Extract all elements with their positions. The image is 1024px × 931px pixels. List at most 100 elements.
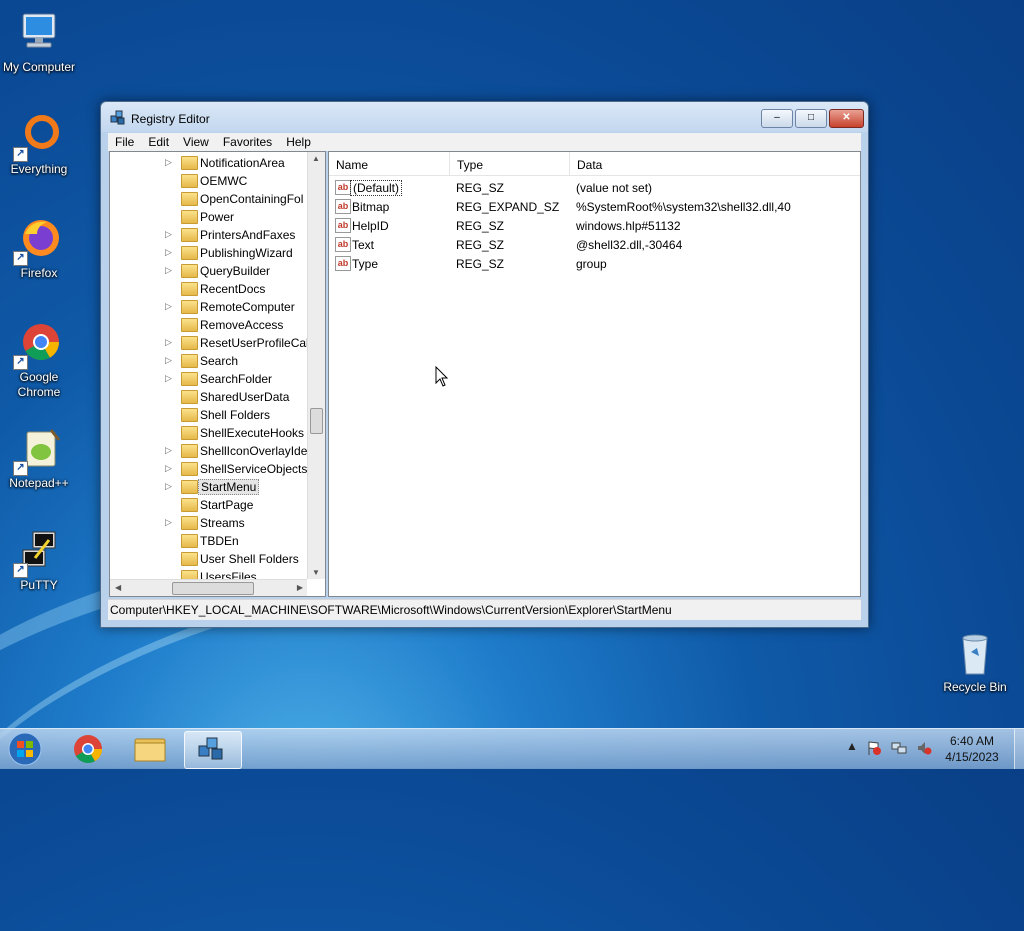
tree-item[interactable]: ▷ PublishingWizard <box>110 244 310 262</box>
menu-view[interactable]: View <box>176 133 216 149</box>
desktop-icon-notepad-plus-plus[interactable]: ↗ Notepad++ <box>0 426 78 491</box>
tree-item[interactable]: ▷ ResetUserProfileCall <box>110 334 311 352</box>
network-icon[interactable] <box>891 740 907 759</box>
desktop-icon-firefox[interactable]: ↗ Firefox <box>0 216 78 281</box>
title-bar[interactable]: Registry Editor – □ ✕ <box>101 102 868 132</box>
desktop-icon-putty[interactable]: ↗ PuTTY <box>0 528 78 593</box>
registry-path: Computer\HKEY_LOCAL_MACHINE\SOFTWARE\Mic… <box>110 603 672 617</box>
menu-help[interactable]: Help <box>279 133 318 149</box>
expand-arrow-icon[interactable]: ▷ <box>165 445 172 456</box>
desktop-icon-recycle-bin[interactable]: Recycle Bin <box>936 630 1014 695</box>
scroll-down-arrow-icon[interactable]: ▼ <box>312 568 320 577</box>
expand-arrow-icon[interactable]: ▷ <box>165 463 172 474</box>
computer-icon <box>15 10 63 58</box>
show-hidden-icons-arrow[interactable]: ▲ <box>846 739 858 753</box>
folder-icon <box>181 246 198 260</box>
expand-arrow-icon[interactable]: ▷ <box>165 265 172 276</box>
menu-favorites[interactable]: Favorites <box>216 133 279 149</box>
table-row[interactable]: ab Text REG_SZ @shell32.dll,-30464 <box>329 235 860 254</box>
tree-item[interactable]: StartPage <box>110 496 310 514</box>
taskbar-registry-editor[interactable] <box>184 731 242 769</box>
expand-arrow-icon[interactable]: ▷ <box>165 481 172 492</box>
tree-item[interactable]: ▷ Streams <box>110 514 310 532</box>
value-data-cell: group <box>576 257 607 271</box>
taskbar-chrome[interactable] <box>60 731 116 767</box>
table-row[interactable]: ab Bitmap REG_EXPAND_SZ %SystemRoot%\system… <box>329 197 860 216</box>
close-button[interactable]: ✕ <box>829 109 864 128</box>
desktop-icon-my-computer[interactable]: My Computer <box>0 10 78 75</box>
table-row[interactable]: ab (Default) REG_SZ (value not set) <box>329 178 860 197</box>
scroll-right-arrow-icon[interactable]: ▶ <box>297 583 303 592</box>
value-name-cell: Type <box>352 257 379 271</box>
menu-file[interactable]: File <box>108 133 141 149</box>
folder-icon <box>181 192 198 206</box>
tree-item[interactable]: ▷ SearchFolder <box>110 370 310 388</box>
tree-item[interactable]: ShellExecuteHooks <box>110 424 310 442</box>
tree-item[interactable]: SharedUserData <box>110 388 310 406</box>
expand-arrow-icon[interactable]: ▷ <box>165 157 172 168</box>
shortcut-arrow-icon: ↗ <box>13 251 28 266</box>
column-header-label: Type <box>457 158 484 172</box>
tree-item[interactable]: ▷ QueryBuilder <box>110 262 310 280</box>
tree-horizontal-scrollbar[interactable]: ◀ ▶ <box>110 579 307 596</box>
registry-values-list[interactable]: Name Type Data ab (Default) REG_SZ (value n… <box>328 151 861 597</box>
tree-item[interactable]: ▷ PrintersAndFaxes <box>110 226 310 244</box>
expand-arrow-icon[interactable]: ▷ <box>165 355 172 366</box>
expand-arrow-icon[interactable]: ▷ <box>165 301 172 312</box>
tree-item[interactable]: User Shell Folders <box>110 550 310 568</box>
desktop-icon-google-chrome[interactable]: ↗ Google Chrome <box>0 320 78 400</box>
maximize-button[interactable]: □ <box>795 109 827 128</box>
menu-edit[interactable]: Edit <box>141 133 176 149</box>
volume-muted-icon[interactable] <box>916 740 932 759</box>
start-button[interactable] <box>5 731 45 767</box>
expand-arrow-icon[interactable]: ▷ <box>165 229 172 240</box>
minimize-button[interactable]: – <box>761 109 793 128</box>
registry-key-tree[interactable]: ▷ NotificationArea OEMWC OpenContainingFol P… <box>109 151 326 597</box>
scrollbar-thumb[interactable] <box>310 408 323 434</box>
tree-item[interactable]: Power <box>110 208 310 226</box>
tree-item[interactable]: Shell Folders <box>110 406 310 424</box>
value-data-cell: %SystemRoot%\system32\shell32.dll,40 <box>576 200 791 214</box>
chrome-icon <box>74 735 102 763</box>
registry-editor-window[interactable]: Registry Editor – □ ✕ File Edit View Favori… <box>100 101 869 628</box>
tree-item-label: ShellIconOverlayIde <box>200 444 308 458</box>
column-header-type[interactable]: Type <box>450 152 570 176</box>
show-desktop-button[interactable] <box>1014 729 1024 769</box>
table-row[interactable]: ab Type REG_SZ group <box>329 254 860 273</box>
scroll-up-arrow-icon[interactable]: ▲ <box>312 154 320 163</box>
expand-arrow-icon[interactable]: ▷ <box>165 373 172 384</box>
expand-arrow-icon[interactable]: ▷ <box>165 247 172 258</box>
tree-item[interactable]: ▷ ShellIconOverlayIde <box>110 442 310 460</box>
mouse-cursor-icon <box>435 365 449 391</box>
folder-icon <box>134 738 166 762</box>
scrollbar-thumb[interactable] <box>172 582 254 595</box>
expand-arrow-icon[interactable]: ▷ <box>165 337 172 348</box>
tree-item[interactable]: ▷ StartMenu <box>110 478 310 496</box>
tree-vertical-scrollbar[interactable]: ▲ ▼ <box>307 152 325 579</box>
folder-icon <box>181 174 198 188</box>
taskbar-file-explorer[interactable] <box>122 731 178 767</box>
column-header-data[interactable]: Data <box>570 152 860 176</box>
column-header-name[interactable]: Name <box>329 152 450 176</box>
expand-arrow-icon[interactable]: ▷ <box>165 517 172 528</box>
folder-icon <box>181 516 198 530</box>
value-data-cell: windows.hlp#51132 <box>576 219 681 233</box>
tree-item-label: Search <box>200 354 239 368</box>
system-clock[interactable]: 6:40 AM 4/15/2023 <box>935 733 1009 765</box>
tree-item[interactable]: OEMWC <box>110 172 310 190</box>
tree-item[interactable]: ▷ ShellServiceObjects <box>110 460 310 478</box>
tree-item[interactable]: TBDEn <box>110 532 310 550</box>
folder-icon <box>181 282 198 296</box>
desktop-icon-label: Recycle Bin <box>943 680 1007 694</box>
tree-item[interactable]: ▷ RemoteComputer <box>110 298 310 316</box>
tree-item[interactable]: RecentDocs <box>110 280 310 298</box>
tree-item[interactable]: ▷ Search <box>110 352 310 370</box>
tree-item[interactable]: ▷ NotificationArea <box>110 154 310 172</box>
scroll-left-arrow-icon[interactable]: ◀ <box>115 583 121 592</box>
folder-icon <box>181 498 198 512</box>
tree-item[interactable]: OpenContainingFol <box>110 190 310 208</box>
desktop-icon-everything[interactable]: ↗ Everything <box>0 112 78 177</box>
tree-item[interactable]: RemoveAccess <box>110 316 310 334</box>
action-center-flag-icon[interactable] <box>866 740 882 759</box>
table-row[interactable]: ab HelpID REG_SZ windows.hlp#51132 <box>329 216 860 235</box>
